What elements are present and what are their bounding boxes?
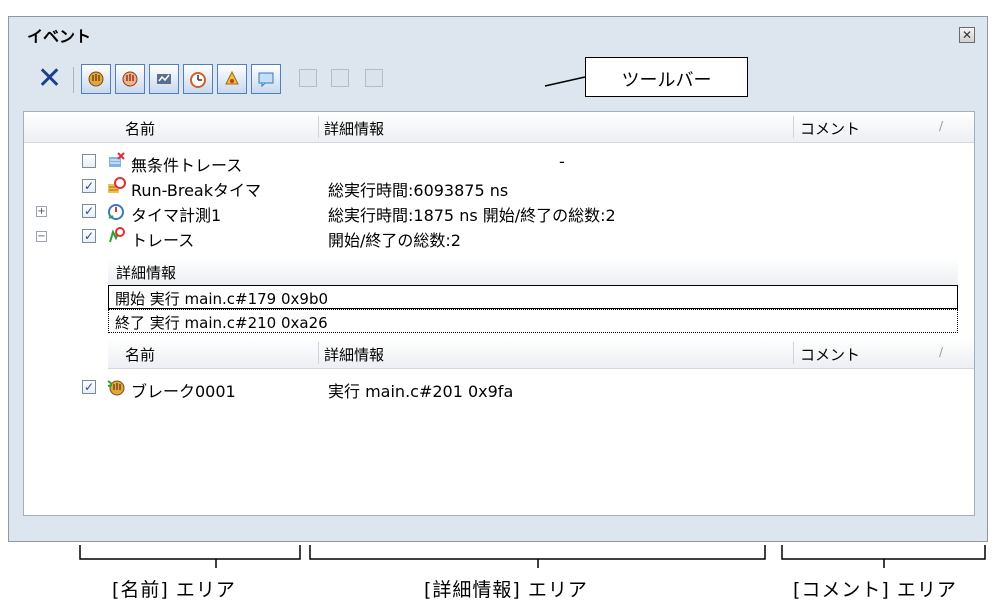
name-area-label: [名前] エリア <box>112 579 236 601</box>
area-brackets <box>79 76 986 568</box>
detail-area-label: [詳細情報] エリア <box>424 579 588 601</box>
name-area-bracket <box>79 545 301 568</box>
callout-pointer <box>544 76 586 87</box>
comment-area-bracket <box>781 545 986 568</box>
comment-area-label: [コメント] エリア <box>793 579 957 601</box>
detail-area-bracket <box>309 545 766 568</box>
